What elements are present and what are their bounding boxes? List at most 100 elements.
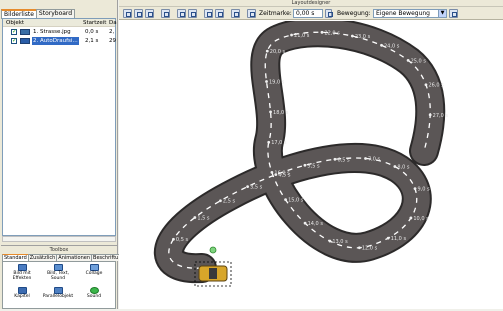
list-item[interactable]: 2. AutoDraufsi... 2,1 s 29 <box>3 37 116 45</box>
waypoint-marker[interactable] <box>386 236 390 240</box>
waypoint-time-label: 8,0 s <box>397 165 410 171</box>
waypoint-marker[interactable] <box>246 185 249 188</box>
zoom-fit-icon[interactable] <box>145 9 154 18</box>
waypoint-time-label: 0,5 s <box>176 237 189 243</box>
tool-bild-mit-effekten[interactable]: Bild mit Effekten <box>5 263 39 285</box>
waypoint-time-label: 2,5 s <box>223 199 236 205</box>
chapter-icon <box>17 287 27 294</box>
waypoint-time-label: 3,5 s <box>250 185 263 191</box>
align-left-icon[interactable] <box>204 9 213 18</box>
waypoint-marker[interactable] <box>303 163 307 167</box>
waypoint-marker[interactable] <box>193 216 197 219</box>
waypoint-time-label: 19,0 s <box>269 79 285 85</box>
waypoint-marker[interactable] <box>424 83 428 87</box>
align-right-icon[interactable] <box>215 9 224 18</box>
visible-checkbox[interactable] <box>11 37 17 45</box>
waypoint-time-label: 1,5 s <box>197 216 210 222</box>
waypoint-time-label: 21,0 s <box>294 33 310 39</box>
item-name: 2. AutoDraufsi... <box>32 37 79 45</box>
waypoint-time-label: 15,0 s <box>288 198 304 204</box>
waypoint-time-label: 9,0 s <box>418 187 431 193</box>
waypoint-marker[interactable] <box>350 34 354 38</box>
parallax-icon <box>53 287 63 294</box>
waypoint-time-label: 20,0 s <box>270 49 286 55</box>
rotation-handle[interactable] <box>209 246 217 254</box>
waypoint-marker[interactable] <box>270 170 274 174</box>
waypoint-marker[interactable] <box>303 221 307 225</box>
waypoint-time-label: 26,0 s <box>428 83 444 89</box>
spin-icon[interactable] <box>325 9 333 18</box>
waypoint-marker[interactable] <box>357 246 361 250</box>
waypoint-marker[interactable] <box>364 157 367 160</box>
waypoint-marker[interactable] <box>284 198 287 202</box>
image-thumbnail-icon <box>20 38 30 44</box>
tool-collage[interactable]: Collage <box>77 263 111 285</box>
item-start: 2,1 s <box>85 38 99 44</box>
horizontal-scrollbar[interactable] <box>2 236 116 242</box>
tab-beschriftung[interactable]: Beschriftu <box>91 254 121 261</box>
visible-checkbox[interactable] <box>11 28 17 36</box>
zoom-out-icon[interactable] <box>134 9 143 18</box>
tab-animationen[interactable]: Animationen <box>56 254 93 261</box>
waypoint-marker[interactable] <box>333 157 337 161</box>
toolbox-body: Bild mit Effekten Bild, Text, Sound Coll… <box>2 261 116 309</box>
zeitmarke-field[interactable]: 0,00 s <box>293 9 323 18</box>
bewegung-label: Bewegung: <box>337 10 371 17</box>
tool-parallelobjekt[interactable]: Parallelobjekt <box>41 286 75 308</box>
waypoint-marker[interactable] <box>406 58 410 62</box>
car-windshield <box>209 268 217 279</box>
app-window: Bilderliste Storyboard Objekt Startzeit … <box>0 0 503 309</box>
waypoint-time-label: 27,0 s <box>433 113 449 119</box>
waypoint-time-label: 11,0 s <box>391 236 407 242</box>
waypoint-time-label: 6,5 s <box>337 157 350 163</box>
bewegung-select[interactable]: Eigene Bewegung ▼ <box>373 9 447 18</box>
waypoint-marker[interactable] <box>267 140 271 144</box>
waypoint-marker[interactable] <box>380 43 383 47</box>
waypoint-time-label: 22,0 s <box>324 30 340 36</box>
canvas[interactable]: 0,5 s 1,5 s 2,5 s 3,5 s 4,5 s 5,5 s 6,5 s 7,0 s… <box>119 17 503 309</box>
waypoint-marker[interactable] <box>320 30 324 34</box>
waypoint-time-label: 18,0 s <box>273 110 289 116</box>
object-list[interactable]: Objekt Startzeit Da 1. Strasse.jpg 0,0 s… <box>2 18 117 236</box>
save-icon[interactable] <box>449 9 458 18</box>
zoom-in-icon[interactable] <box>123 9 132 18</box>
waypoint-time-label: 5,5 s <box>307 163 320 169</box>
image-thumbnail-icon <box>20 29 30 35</box>
collage-icon <box>89 264 99 271</box>
column-objekt[interactable]: Objekt <box>6 19 24 27</box>
column-dauer[interactable]: Da <box>109 19 117 27</box>
tool-kapitel[interactable]: Kapitel <box>5 286 39 308</box>
waypoint-marker[interactable] <box>413 187 417 191</box>
waypoint-time-label: 23,0 s <box>355 34 371 40</box>
item-start: 0,0 s <box>85 29 99 35</box>
waypoint-marker[interactable] <box>428 113 432 117</box>
item-name: 1. Strasse.jpg <box>33 29 71 35</box>
waypoint-time-label: 17,0 s <box>271 140 287 146</box>
tab-standard[interactable]: Standard <box>2 254 29 261</box>
waypoint-marker[interactable] <box>265 80 268 83</box>
layout-b-icon[interactable] <box>188 9 197 18</box>
tool-bild-text-sound[interactable]: Bild, Text, Sound <box>41 263 75 285</box>
layout-a-icon[interactable] <box>177 9 186 18</box>
waypoint-marker[interactable] <box>328 239 332 243</box>
waypoint-marker[interactable] <box>265 49 269 53</box>
tab-zusaetzlich[interactable]: Zusätzlich <box>27 254 58 261</box>
item-duration: 29 <box>109 38 116 44</box>
waypoint-time-label: 16,0 s <box>274 170 290 176</box>
chevron-down-icon[interactable]: ▼ <box>438 10 446 17</box>
waypoint-marker[interactable] <box>269 110 272 114</box>
grid-icon[interactable] <box>161 9 170 18</box>
monitor-icon[interactable] <box>231 9 240 18</box>
list-item[interactable]: 1. Strasse.jpg 0,0 s 2, <box>3 28 115 36</box>
waypoint-marker[interactable] <box>172 237 175 241</box>
tool-sound[interactable]: Sound <box>77 286 111 308</box>
waypoint-marker[interactable] <box>409 216 413 220</box>
tab-storyboard[interactable]: Storyboard <box>35 9 76 18</box>
waypoint-marker[interactable] <box>219 199 222 203</box>
waypoint-marker[interactable] <box>393 165 397 168</box>
designer-toolbar: Zeitmarke: 0,00 s Bewegung: Eigene Beweg… <box>119 7 503 20</box>
waypoint-marker[interactable] <box>290 33 293 37</box>
toolbox: Toolbox Standard Zusätzlich Animationen … <box>1 245 121 309</box>
preview-icon[interactable] <box>247 9 256 18</box>
column-startzeit[interactable]: Startzeit <box>83 19 106 27</box>
